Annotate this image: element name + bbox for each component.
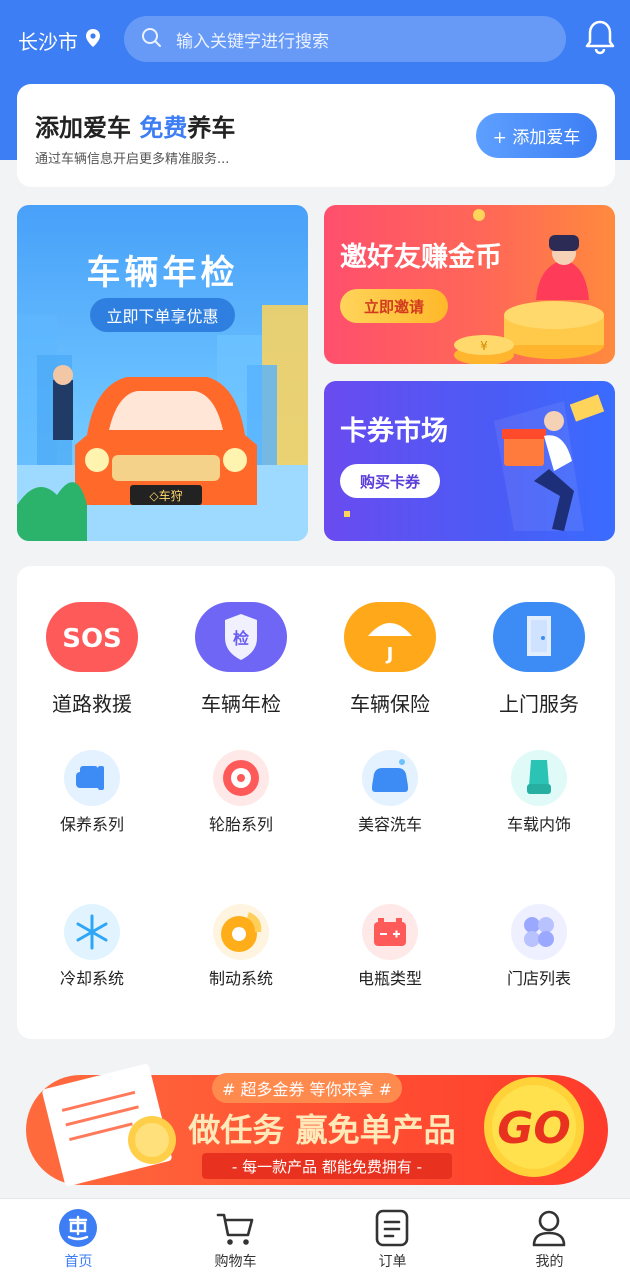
inspection-promo-card[interactable]: ◇车狩 车辆年检 立即下单享优惠 <box>17 205 308 541</box>
umbrella-badge-text: J <box>385 644 394 665</box>
service-tires[interactable]: 轮胎系列 <box>166 748 316 858</box>
car-wrench-icon <box>64 750 120 806</box>
service-label: 车载内饰 <box>506 815 571 834</box>
service-cooling[interactable]: 冷却系统 <box>17 902 167 1012</box>
service-label: 门店列表 <box>506 969 571 988</box>
service-annual-inspection[interactable]: 检 车辆年检 <box>166 600 316 760</box>
inspection-promo-title: 车辆年检 <box>86 253 239 293</box>
sos-icon: SOS <box>46 602 138 672</box>
add-car-card: 添加爱车 免费养车 通过车辆信息开启更多精准服务... + 添加爱车 <box>17 84 615 187</box>
service-label: 道路救援 <box>52 692 132 716</box>
tab-home[interactable]: 首页 <box>0 1199 157 1280</box>
add-car-title-tail: 养车 <box>187 114 236 142</box>
user-icon <box>532 1210 566 1247</box>
tab-profile[interactable]: 我的 <box>471 1199 628 1280</box>
task-banner-top: # 超多金券 等你来拿 # <box>222 1080 392 1099</box>
home-hui-icon <box>59 1209 97 1247</box>
service-label: 车辆年检 <box>201 692 281 716</box>
add-car-button[interactable]: + 添加爱车 <box>476 113 597 158</box>
task-banner-graphic: # 超多金券 等你来拿 # 做任务 赢免单产品 - 每一款产品 都能免费拥有 -… <box>26 1064 608 1186</box>
service-battery[interactable]: 电瓶类型 <box>315 902 465 1012</box>
service-label: 制动系统 <box>208 969 273 988</box>
brake-disc-icon <box>213 904 269 960</box>
service-label: 冷却系统 <box>59 969 124 988</box>
task-promo-banner[interactable]: # 超多金券 等你来拿 # 做任务 赢免单产品 - 每一款产品 都能免费拥有 -… <box>22 1055 612 1190</box>
task-banner-bottom: - 每一款产品 都能免费拥有 - <box>232 1158 422 1176</box>
car-wash-icon <box>362 750 418 806</box>
add-car-title: 添加爱车 免费养车 <box>35 108 235 143</box>
add-car-title-highlight: 免费 <box>139 114 188 142</box>
service-insurance[interactable]: J 车辆保险 <box>315 600 465 760</box>
city-selector[interactable]: 长沙市 <box>18 26 102 55</box>
search-icon <box>140 26 162 53</box>
location-pin-icon <box>84 28 102 53</box>
tab-label: 我的 <box>535 1254 564 1270</box>
cart-icon <box>216 1213 254 1245</box>
grid-four-icon <box>511 904 567 960</box>
shield-badge-text: 检 <box>233 629 249 648</box>
service-label: 美容洗车 <box>357 815 422 834</box>
service-car-wash[interactable]: 美容洗车 <box>315 748 465 858</box>
service-label: 电瓶类型 <box>357 969 422 988</box>
search-placeholder: 输入关键字进行搜索 <box>176 31 329 52</box>
service-interior[interactable]: 车载内饰 <box>464 748 614 858</box>
umbrella-icon: J <box>344 602 436 672</box>
battery-icon <box>362 904 418 960</box>
services-grid: SOS 道路救援 检 车辆年检 J 车辆保险 上门服务 保养系列 轮胎系列 美容… <box>17 566 615 1039</box>
shield-check-icon: 检 <box>195 602 287 672</box>
tire-icon <box>213 750 269 806</box>
buy-coupon-button[interactable]: 购买卡券 <box>340 464 440 498</box>
plate-text: ◇车狩 <box>149 488 182 503</box>
tab-label: 购物车 <box>214 1254 257 1270</box>
add-car-subtitle: 通过车辆信息开启更多精准服务... <box>35 152 230 167</box>
service-maintenance[interactable]: 保养系列 <box>17 748 167 858</box>
sos-badge-text: SOS <box>62 624 122 654</box>
car-seat-icon <box>511 750 567 806</box>
invite-now-button[interactable]: 立即邀请 <box>340 289 448 323</box>
bell-icon[interactable] <box>584 18 616 60</box>
go-badge: GO <box>497 1103 571 1154</box>
order-icon <box>375 1209 409 1247</box>
bottom-tab-bar: 首页 购物车 订单 我的 <box>0 1198 630 1280</box>
service-home-visit[interactable]: 上门服务 <box>464 600 614 760</box>
tab-orders[interactable]: 订单 <box>314 1199 471 1280</box>
coins-illustration: ¥ <box>454 209 604 364</box>
service-label: 轮胎系列 <box>208 815 273 834</box>
service-label: 保养系列 <box>59 815 124 834</box>
tab-cart[interactable]: 购物车 <box>157 1199 314 1280</box>
invite-promo-card[interactable]: ¥ 邀好友赚金币 立即邀请 <box>324 205 615 364</box>
coin-symbol: ¥ <box>480 339 488 353</box>
tab-label: 首页 <box>64 1254 93 1270</box>
inspection-order-button[interactable]: 立即下单享优惠 <box>90 298 235 332</box>
coupon-promo-title: 卡券市场 <box>340 416 448 447</box>
city-label: 长沙市 <box>18 30 78 54</box>
door-icon <box>493 602 585 672</box>
service-road-rescue[interactable]: SOS 道路救援 <box>17 600 167 760</box>
tab-label: 订单 <box>378 1254 407 1270</box>
task-banner-main: 做任务 赢免单产品 <box>187 1111 455 1149</box>
service-label: 车辆保险 <box>350 692 430 716</box>
add-car-title-main: 添加爱车 <box>35 114 131 142</box>
search-input[interactable]: 输入关键字进行搜索 <box>124 16 566 62</box>
invite-promo-title: 邀好友赚金币 <box>340 242 502 273</box>
service-brakes[interactable]: 制动系统 <box>166 902 316 1012</box>
snowflake-icon <box>64 904 120 960</box>
service-label: 上门服务 <box>499 692 579 716</box>
top-header: 长沙市 输入关键字进行搜索 <box>0 0 630 80</box>
shopper-illustration <box>344 394 605 531</box>
coupon-promo-card[interactable]: 卡券市场 购买卡券 <box>324 381 615 541</box>
service-store-list[interactable]: 门店列表 <box>464 902 614 1012</box>
